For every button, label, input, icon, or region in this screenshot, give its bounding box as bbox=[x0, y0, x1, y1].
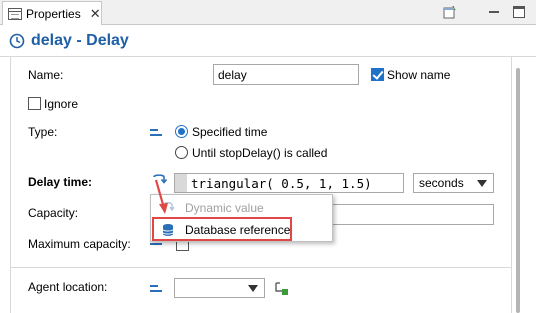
chevron-down-icon bbox=[248, 285, 258, 292]
capacity-label: Capacity: bbox=[28, 206, 79, 220]
show-name-label: Show name bbox=[387, 68, 451, 82]
name-value: delay bbox=[218, 67, 247, 82]
delay-time-unit-value: seconds bbox=[419, 176, 464, 190]
static-value-icon[interactable] bbox=[150, 285, 162, 293]
static-value-icon[interactable] bbox=[150, 243, 162, 251]
specified-time-label: Specified time bbox=[192, 125, 268, 139]
create-node-icon[interactable] bbox=[274, 281, 290, 297]
type-label: Type: bbox=[28, 125, 58, 139]
delay-time-expression-input[interactable]: triangular( 0.5, 1, 1.5) bbox=[174, 173, 404, 193]
agent-location-label: Agent location: bbox=[28, 280, 108, 294]
annotation-arrow bbox=[154, 179, 168, 214]
menu-item-label: Dynamic value bbox=[185, 201, 264, 215]
properties-icon bbox=[8, 7, 22, 20]
minimize-icon[interactable] bbox=[488, 5, 500, 19]
section-divider bbox=[11, 267, 511, 268]
delay-time-expression: triangular( 0.5, 1, 1.5) bbox=[191, 175, 372, 191]
specified-time-radio[interactable] bbox=[175, 125, 188, 138]
show-name-checkbox[interactable] bbox=[371, 68, 384, 81]
delay-time-unit-select[interactable]: seconds bbox=[413, 173, 494, 193]
tab-label: Properties bbox=[26, 6, 81, 21]
highlight-box bbox=[152, 217, 292, 241]
until-stopdelay-label: Until stopDelay() is called bbox=[192, 146, 328, 160]
vertical-scrollbar[interactable] bbox=[514, 68, 522, 313]
chevron-down-icon bbox=[477, 180, 487, 187]
clock-icon bbox=[9, 33, 25, 49]
page-title: delay - Delay bbox=[31, 32, 129, 49]
properties-header: delay - Delay bbox=[0, 26, 536, 56]
name-label: Name: bbox=[28, 68, 64, 82]
new-view-icon[interactable] bbox=[443, 5, 457, 19]
tab-bar: Properties ✕ bbox=[0, 0, 536, 25]
maximum-capacity-label: Maximum capacity: bbox=[28, 237, 131, 251]
scroll-thumb[interactable] bbox=[516, 68, 520, 313]
tab-properties[interactable]: Properties ✕ bbox=[2, 1, 102, 25]
ignore-label: Ignore bbox=[44, 97, 79, 111]
capacity-input[interactable] bbox=[330, 204, 494, 225]
close-icon[interactable]: ✕ bbox=[90, 6, 101, 22]
delay-time-label: Delay time: bbox=[28, 175, 93, 189]
agent-location-select[interactable] bbox=[174, 278, 265, 298]
maximize-icon[interactable] bbox=[512, 5, 526, 19]
name-input[interactable]: delay bbox=[213, 64, 359, 85]
until-stopdelay-radio[interactable] bbox=[175, 146, 188, 159]
ignore-checkbox[interactable] bbox=[28, 97, 41, 110]
static-value-icon[interactable] bbox=[150, 129, 162, 137]
